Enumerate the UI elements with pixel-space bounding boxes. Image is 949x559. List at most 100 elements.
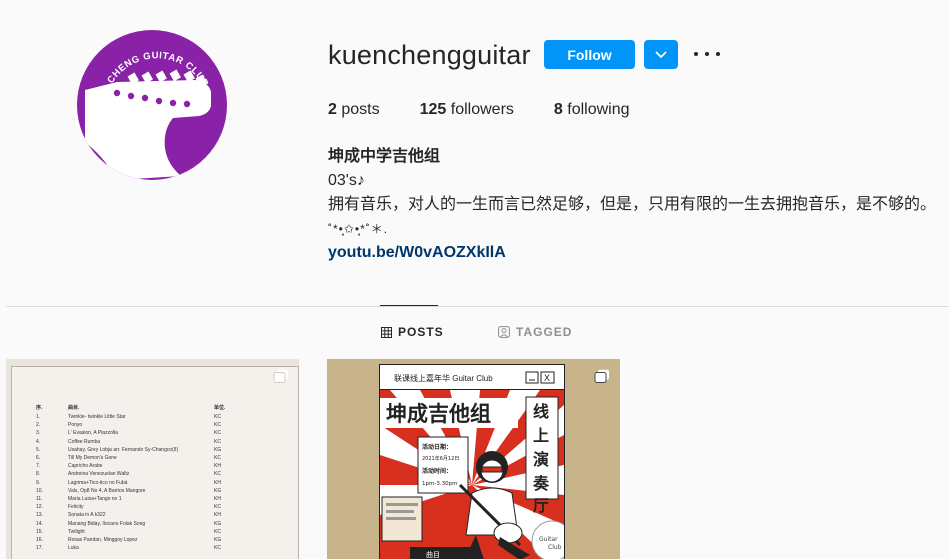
event-poster: 联课线上嘉年华 Guitar Club X 坤成吉他组 线 上 演 奏 厅 活动… xyxy=(379,364,565,559)
row-number: 5. xyxy=(36,446,41,453)
row-unit: KC xyxy=(214,422,221,429)
posts-count: 2 xyxy=(328,101,337,118)
grid-icon xyxy=(381,326,392,338)
following-count: 8 xyxy=(553,101,563,118)
row-unit: KC xyxy=(214,414,221,421)
row-unit: KG xyxy=(214,520,222,527)
table-row: 14. Manang Biday, Ilocano Folak Song KG xyxy=(36,519,225,527)
table-row: 3. L' Evasion, A Piazzolla KC xyxy=(36,429,225,437)
table-row: 8. Andreina Venezuelan Waltz KC xyxy=(36,470,225,478)
table-row: 6. Till My Demon's Gone KC xyxy=(36,454,225,462)
table-row: 2. Ponyo KC xyxy=(36,421,225,429)
tab-label: POSTS xyxy=(398,325,444,339)
more-dot-icon xyxy=(694,52,698,56)
post-thumbnail-setlist[interactable]: 序. 曲目. 单位. 1. Twinkle- twinkle Little Sta… xyxy=(6,359,299,559)
table-row: 7. Capricho Arabe KH xyxy=(36,462,225,470)
table-header-cell: 序. xyxy=(36,404,43,411)
follow-button[interactable]: Follow xyxy=(544,40,635,69)
poster-footer: 曲目 xyxy=(426,550,440,559)
row-title: Coffee Rumba xyxy=(68,438,101,445)
row-title: Felicity xyxy=(68,504,84,511)
profile-bio: 坤成中学吉他组 03's♪ 拥有音乐，对人的一生而言已然足够，但是，只用有限的一… xyxy=(328,145,936,265)
row-number: 3. xyxy=(36,430,41,437)
row-number: 14. xyxy=(36,520,43,527)
more-options-button[interactable] xyxy=(694,44,720,64)
svg-text:演: 演 xyxy=(533,450,549,469)
tab-tagged[interactable]: TAGGED xyxy=(498,325,572,339)
row-title: Capricho Arabe xyxy=(68,463,103,470)
poster-artwork: 联课线上嘉年华 Guitar Club X 坤成吉他组 线 上 演 奏 厅 活动… xyxy=(380,365,564,559)
row-unit: KC xyxy=(214,471,221,478)
row-title: Usahay, Grey Lobja arr. Fernando Sy-Chan… xyxy=(68,446,179,453)
table-row: 5. Usahay, Grey Lobja arr. Fernando Sy-Ch… xyxy=(36,446,225,454)
row-unit: KH xyxy=(214,463,221,470)
svg-text:厅: 厅 xyxy=(533,496,549,515)
poster-date-value: 2021年6月12日 xyxy=(422,455,459,462)
row-title: Manang Biday, Ilocano Folak Song xyxy=(68,520,146,527)
tag-person-icon xyxy=(498,326,510,338)
table-header-cell: 曲目. xyxy=(68,404,80,411)
post-thumbnail-poster[interactable]: 联课线上嘉年华 Guitar Club X 坤成吉他组 线 上 演 奏 厅 活动… xyxy=(327,359,620,559)
svg-text:X: X xyxy=(544,373,550,383)
poster-time-value: 1pm-3.30pm xyxy=(422,481,457,487)
setlist-sheet: 序. 曲目. 单位. 1. Twinkle- twinkle Little Sta… xyxy=(11,366,299,559)
bio-external-link[interactable]: youtu.be/W0vAOZXkIlA xyxy=(328,244,506,261)
table-row: 16. Rosas Pandan, Minggoy Lopez KG xyxy=(36,536,225,544)
table-row: 17. Luka KC xyxy=(36,544,225,552)
tab-posts[interactable]: POSTS xyxy=(381,325,444,339)
row-title: Twinkle- twinkle Little Star xyxy=(68,414,126,421)
followers-stat[interactable]: 125 followers xyxy=(420,101,514,119)
row-title: Till My Demon's Gone xyxy=(68,455,117,462)
table-row: 11. Maria Luisa+Tango no 1 KH xyxy=(36,495,225,503)
more-dot-icon xyxy=(705,52,709,56)
poster-time-label: 活动时间： xyxy=(422,467,452,475)
table-row: 4. Coffee Rumba KC xyxy=(36,438,225,446)
row-title: Lagrima+Tico-tico no Fubá xyxy=(68,479,128,486)
followers-count: 125 xyxy=(419,101,447,118)
row-unit: KC xyxy=(214,438,221,445)
table-header-row: 序. 曲目. 单位. xyxy=(36,401,225,413)
row-number: 15. xyxy=(36,528,43,535)
bio-line: 拥有音乐，对人的一生而言已然足够，但是，只用有限的一生去拥抱音乐，是不够的。 xyxy=(328,196,937,213)
guitar-headstock-logo: @KUEN CHENG GUITAR CLUB xyxy=(85,50,211,180)
posts-stat: 2 posts xyxy=(328,101,380,119)
poster-date-label: 活动日期： xyxy=(422,443,452,451)
setlist-table: 序. 曲目. 单位. 1. Twinkle- twinkle Little Sta… xyxy=(36,401,225,552)
poster-badge-bottom: Club xyxy=(548,544,562,551)
row-unit: KH xyxy=(214,495,221,502)
row-title: Vals, Op8 No 4, A Barrios Mangore xyxy=(68,487,146,494)
row-number: 1. xyxy=(36,414,41,421)
posts-label: posts xyxy=(341,101,380,118)
following-label: following xyxy=(567,101,630,118)
row-number: 12. xyxy=(36,504,43,511)
row-number: 10. xyxy=(36,487,43,494)
table-row: 15. Twilight KC xyxy=(36,528,225,536)
row-unit: KG xyxy=(214,446,222,453)
followers-label: followers xyxy=(450,101,514,118)
row-unit: KG xyxy=(214,536,222,543)
suggested-accounts-dropdown-button[interactable] xyxy=(644,40,678,69)
table-header-cell: 单位. xyxy=(214,404,226,411)
profile-avatar[interactable]: @KUEN CHENG GUITAR CLUB xyxy=(77,30,227,180)
bio-decoration: ˚*•̩̩͙✩•̩̩͙*˚＊. xyxy=(328,222,389,236)
row-unit: KC xyxy=(214,455,221,462)
multiple-posts-icon xyxy=(594,369,609,383)
row-unit: KC xyxy=(214,528,221,535)
svg-text:线: 线 xyxy=(533,402,549,421)
tab-label: TAGGED xyxy=(516,325,573,339)
svg-text:奏: 奏 xyxy=(532,474,550,493)
following-stat[interactable]: 8 following xyxy=(554,101,630,119)
poster-badge-top: Guitar xyxy=(539,536,558,543)
poster-side-title: 线 上 演 奏 厅 xyxy=(532,402,550,515)
row-title: L' Evasion, A Piazzolla xyxy=(68,430,118,437)
row-number: 11. xyxy=(36,495,43,502)
table-row: 10. Vals, Op8 No 4, A Barrios Mangore KG xyxy=(36,487,225,495)
row-title: Twilight xyxy=(68,528,85,535)
row-title: Sonata in A k322 xyxy=(68,512,106,519)
svg-text:上: 上 xyxy=(533,426,549,445)
row-title: Rosas Pandan, Minggoy Lopez xyxy=(68,536,138,543)
row-title: Maria Luisa+Tango no 1 xyxy=(68,495,122,502)
row-unit: KC xyxy=(214,430,221,437)
table-row: 12. Felicity KC xyxy=(36,503,225,511)
row-number: 2. xyxy=(36,422,41,429)
